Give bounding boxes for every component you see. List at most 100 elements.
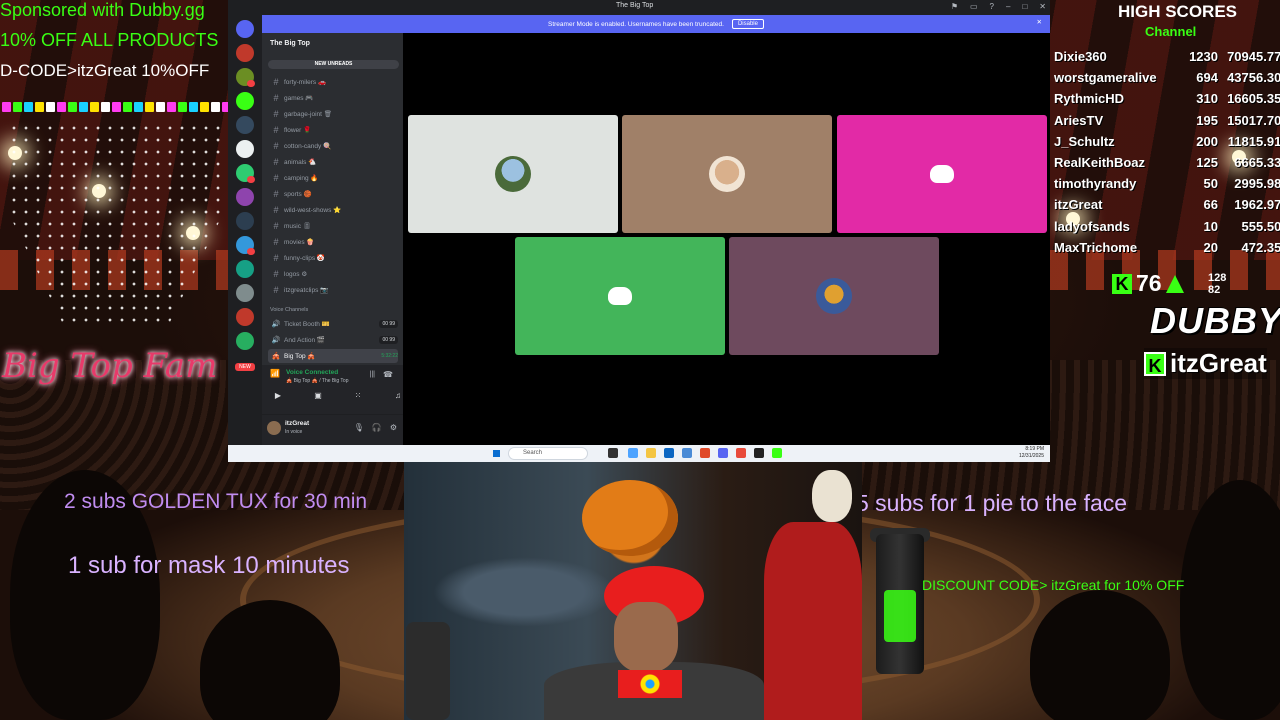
windows-start-icon[interactable] xyxy=(491,448,502,459)
channel-label: wild-west-shows ⭐ xyxy=(284,207,342,214)
avatar xyxy=(816,278,852,314)
chrome-icon[interactable] xyxy=(736,448,746,458)
headphones-icon[interactable]: 🎧 xyxy=(372,423,382,432)
text-channel[interactable]: # camping 🔥 xyxy=(268,171,398,185)
pumpkin-decoration xyxy=(582,480,678,556)
kick-channel-name: itzGreat xyxy=(1170,348,1267,378)
ticker-cell xyxy=(178,102,187,112)
avatar[interactable] xyxy=(267,421,281,435)
voice-channels-header[interactable]: Voice Channels xyxy=(270,307,308,313)
app-icon[interactable] xyxy=(682,448,692,458)
video-tile[interactable] xyxy=(515,237,725,355)
hash-icon: # xyxy=(273,125,279,135)
score-a: 1230 xyxy=(1189,49,1218,65)
server-icon[interactable] xyxy=(236,116,254,134)
app-icon[interactable] xyxy=(664,448,674,458)
text-channel[interactable]: # sports 🏀 xyxy=(268,187,398,201)
score-ratio: 5.98 xyxy=(1256,176,1280,192)
server-icon[interactable] xyxy=(236,44,254,62)
channel-label: garbage-joint 🗑 xyxy=(284,111,333,118)
server-icon[interactable] xyxy=(236,140,254,158)
discord-icon[interactable] xyxy=(718,448,728,458)
video-tile[interactable] xyxy=(729,237,939,355)
noise-suppression-icon[interactable]: ||| xyxy=(370,371,375,378)
app-icon[interactable] xyxy=(628,448,638,458)
kick-stats: 128 82 xyxy=(1208,272,1226,296)
ticker-cell xyxy=(123,102,132,112)
discord-logo-icon xyxy=(930,165,954,183)
player-name: ladyofsands xyxy=(1054,218,1130,234)
server-icon[interactable] xyxy=(236,164,255,183)
file-explorer-icon[interactable] xyxy=(646,448,656,458)
call-timer: 5:32:22 xyxy=(381,353,398,359)
streamer-face xyxy=(614,602,678,672)
table-row: itzGreat 66 196 2.97 xyxy=(1054,194,1280,215)
maximize-icon[interactable]: □ xyxy=(1022,2,1027,11)
voice-location[interactable]: 🎪 Big Top 🎪 / The Big Top xyxy=(286,378,349,384)
hash-icon: # xyxy=(273,141,279,151)
score-a: 200 xyxy=(1196,133,1218,149)
text-channel[interactable]: # itzgreatclips 📷 xyxy=(268,283,398,297)
server-icon[interactable] xyxy=(236,308,254,326)
server-icon[interactable] xyxy=(236,236,255,255)
text-channel[interactable]: # logos ⚙ xyxy=(268,267,398,281)
text-channel[interactable]: # games 🎮 xyxy=(268,91,398,105)
server-icon[interactable] xyxy=(236,212,254,230)
discord-home-icon[interactable] xyxy=(236,20,254,38)
username: itzGreat xyxy=(285,420,310,427)
disable-button[interactable]: Disable xyxy=(731,19,764,29)
server-icon[interactable] xyxy=(236,260,254,278)
text-channel[interactable]: # animals 🐔 xyxy=(268,155,398,169)
app-icon[interactable] xyxy=(754,448,764,458)
server-name[interactable]: The Big Top xyxy=(270,40,310,47)
task-view-icon[interactable] xyxy=(608,448,618,458)
text-channel[interactable]: # music 🎚 xyxy=(268,219,398,233)
gear-icon[interactable]: ⚙ xyxy=(390,423,397,432)
brave-icon[interactable] xyxy=(700,448,710,458)
ticker-cell xyxy=(57,102,66,112)
disconnect-icon[interactable]: ☎ xyxy=(383,370,393,379)
channel-label: movies 🍿 xyxy=(284,239,315,246)
score-ratio: 2.97 xyxy=(1256,197,1280,213)
screen-icon[interactable]: ▭ xyxy=(970,2,978,11)
voice-channel-ticket-booth[interactable]: 🔊 Ticket Booth 🎫 00 99 xyxy=(268,317,398,331)
screen-share-icon[interactable]: ▣ xyxy=(308,391,328,405)
video-tile[interactable] xyxy=(408,115,618,233)
taskbar-search[interactable]: Search xyxy=(508,447,588,460)
text-channel[interactable]: # cotton-candy 🍭 xyxy=(268,139,398,153)
text-channel[interactable]: # movies 🍿 xyxy=(268,235,398,249)
text-channel[interactable]: # forty-milers 🚗 xyxy=(268,75,398,89)
server-icon[interactable] xyxy=(236,284,254,302)
server-icon[interactable] xyxy=(236,68,255,87)
text-channel[interactable]: # flower 🌹 xyxy=(268,123,398,137)
server-icon[interactable] xyxy=(236,92,254,110)
new-unreads-pill[interactable]: NEW UNREADS xyxy=(268,60,399,69)
minimize-icon[interactable]: – xyxy=(1006,2,1010,11)
signal-icon[interactable]: 📶 xyxy=(270,369,280,378)
server-icon[interactable] xyxy=(236,332,254,350)
hash-icon: # xyxy=(273,189,279,199)
system-tray-clock[interactable]: 8:19 PM 12/31/2025 xyxy=(1019,446,1044,460)
score-a: 125 xyxy=(1196,155,1218,171)
mention-badge xyxy=(247,248,255,255)
close-icon[interactable]: ✕ xyxy=(1039,2,1046,11)
inbox-icon[interactable]: ⚑ xyxy=(951,2,958,11)
voice-channel-big-top[interactable]: 🎪 Big Top 🎪 5:32:22 xyxy=(268,349,398,363)
activities-icon[interactable]: ⁙ xyxy=(348,391,368,405)
help-icon[interactable]: ? xyxy=(990,2,994,11)
video-tile[interactable] xyxy=(837,115,1047,233)
video-tile[interactable] xyxy=(622,115,832,233)
banner-close-icon[interactable]: ✕ xyxy=(1037,18,1042,26)
server-icon[interactable] xyxy=(236,188,254,206)
microphone-icon[interactable]: 🎙 xyxy=(354,423,364,432)
voice-channel-and-action[interactable]: 🔊 And Action 🎬 00 99 xyxy=(268,333,398,347)
camera-off-icon[interactable]: ▶ xyxy=(268,391,288,405)
big-top-fam-title: Big Top Fam xyxy=(2,346,218,386)
text-channel[interactable]: # funny-clips 🤡 xyxy=(268,251,398,265)
stage-icon: 🎪 xyxy=(271,353,281,360)
window-title: The Big Top xyxy=(616,2,654,9)
text-channel[interactable]: # wild-west-shows ⭐ xyxy=(268,203,398,217)
app-icon[interactable] xyxy=(772,448,782,458)
player-name: RealKeithBoaz xyxy=(1054,155,1146,171)
text-channel[interactable]: # garbage-joint 🗑 xyxy=(268,107,398,121)
